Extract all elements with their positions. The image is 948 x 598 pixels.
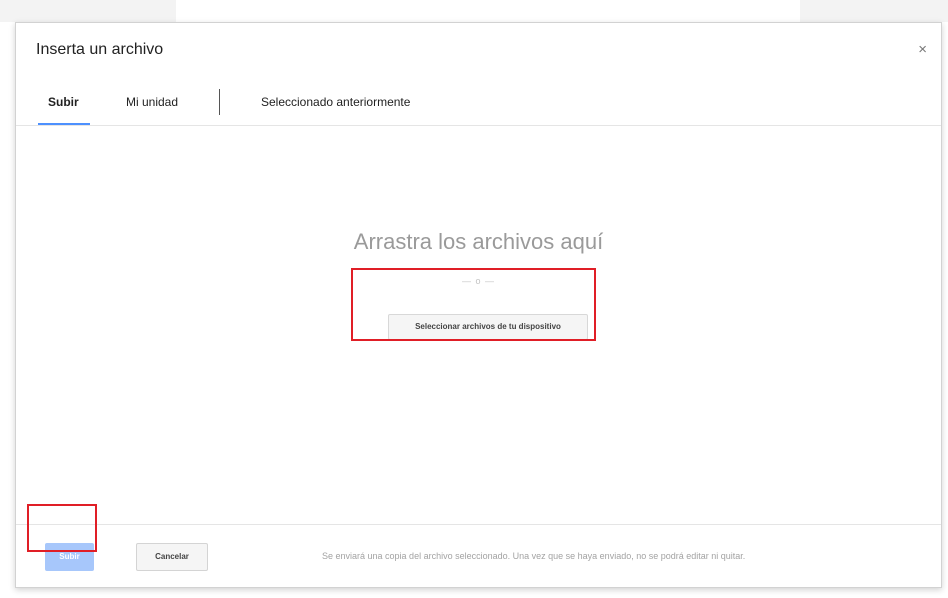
dialog-footer: Subir Cancelar Se enviará una copia del … (16, 524, 941, 587)
tab-mi-unidad[interactable]: Mi unidad (126, 95, 178, 109)
tab-bar: Subir Mi unidad Seleccionado anteriormen… (16, 83, 941, 126)
dropzone-title: Arrastra los archivos aquí (353, 229, 604, 254)
tab-seleccionado-anteriormente[interactable]: Seleccionado anteriormente (261, 95, 410, 109)
highlight-select-files (351, 268, 596, 341)
highlight-upload-button (27, 504, 97, 552)
active-tab-indicator (38, 123, 90, 125)
footer-note: Se enviará una copia del archivo selecci… (322, 551, 746, 561)
cancel-button[interactable]: Cancelar (136, 543, 208, 571)
tab-subir[interactable]: Subir (48, 95, 79, 109)
close-icon[interactable]: × (918, 42, 927, 57)
background-right (800, 0, 948, 22)
dialog-title: Inserta un archivo (36, 41, 164, 58)
background-left (0, 0, 176, 22)
background-top (176, 0, 796, 22)
tab-separator (219, 89, 220, 115)
